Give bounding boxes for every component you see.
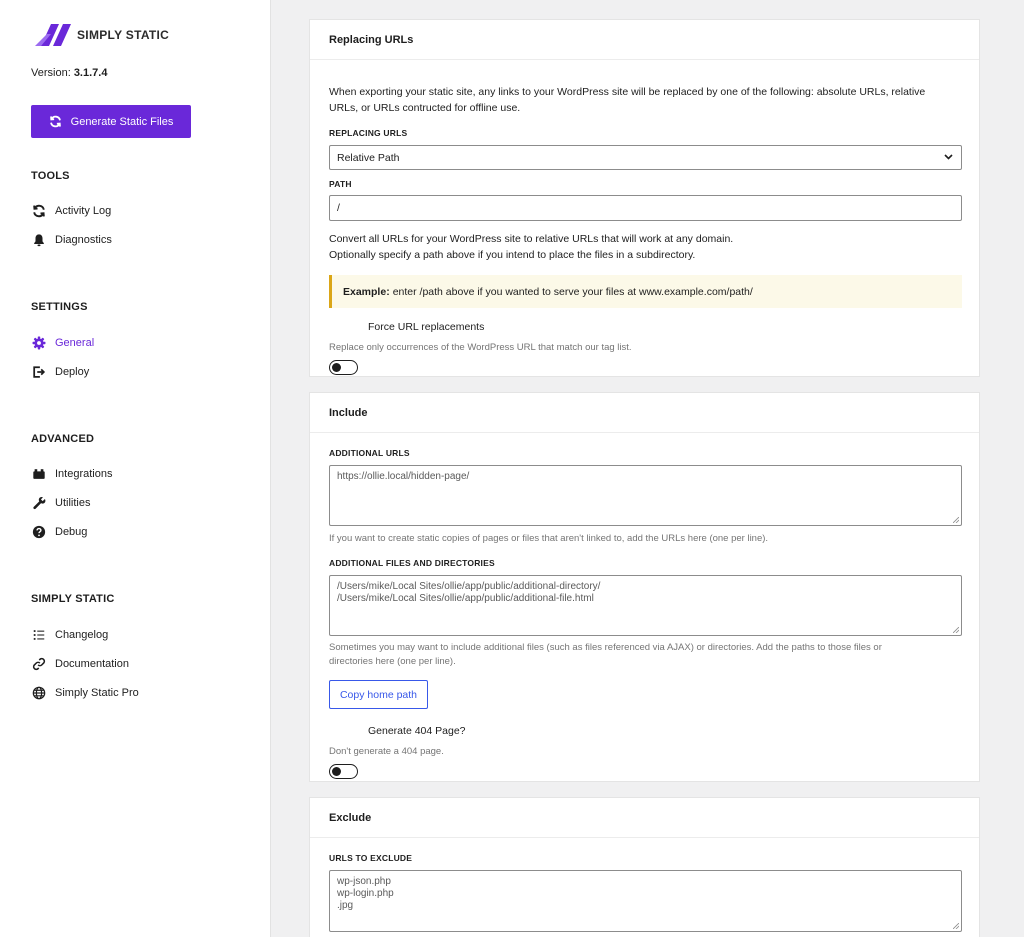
sidebar-item-deploy[interactable]: Deploy xyxy=(31,364,89,380)
force-url-replacements-toggle[interactable] xyxy=(329,360,358,375)
path-input-value: / xyxy=(337,202,340,214)
include-panel: Include ADDITIONAL URLS https://ollie.lo… xyxy=(309,392,980,782)
additional-files-hint: Sometimes you may want to include additi… xyxy=(329,641,969,669)
additional-files-line: /Users/mike/Local Sites/ollie/app/public… xyxy=(337,581,601,592)
refresh-icon xyxy=(31,203,47,219)
urls-to-exclude-label: URLS TO EXCLUDE xyxy=(329,853,413,863)
sidebar-item-label: Integrations xyxy=(55,468,113,480)
exclude-url-line: wp-json.php xyxy=(337,876,391,887)
generate-static-files-button[interactable]: Generate Static Files xyxy=(31,105,191,138)
replacing-urls-panel: Replacing URLs When exporting your stati… xyxy=(309,19,980,377)
intro-line-2: URLs, or URLs contructed for offline use… xyxy=(329,102,521,114)
path-input[interactable]: / xyxy=(329,195,962,221)
sidebar: SIMPLY STATIC Version: 3.1.7.4 Generate … xyxy=(0,0,271,937)
files-hint-line-2: directories here (one per line). xyxy=(329,656,456,667)
section-title-settings: SETTINGS xyxy=(31,301,88,313)
sidebar-item-integrations[interactable]: Integrations xyxy=(31,466,112,482)
sidebar-item-debug[interactable]: Debug xyxy=(31,524,87,540)
help-icon xyxy=(31,524,47,540)
sidebar-item-documentation[interactable]: Documentation xyxy=(31,656,129,672)
additional-files-line: /Users/mike/Local Sites/ollie/app/public… xyxy=(337,593,594,604)
resize-grip-icon xyxy=(953,517,959,523)
export-icon xyxy=(31,364,47,380)
force-url-replacements-label: Force URL replacements xyxy=(368,321,485,333)
urls-to-exclude-textarea[interactable]: wp-json.php wp-login.php .jpg xyxy=(329,870,962,932)
simply-static-logo-icon xyxy=(35,24,71,46)
sidebar-item-changelog[interactable]: Changelog xyxy=(31,627,108,643)
sidebar-item-label: Documentation xyxy=(55,658,129,670)
additional-urls-placeholder: https://ollie.local/hidden-page/ xyxy=(337,471,470,482)
example-notice: Example: enter /path above if you wanted… xyxy=(329,275,962,308)
section-title-tools: TOOLS xyxy=(31,170,70,182)
additional-urls-textarea[interactable]: https://ollie.local/hidden-page/ xyxy=(329,465,962,526)
replacing-urls-label: REPLACING URLS xyxy=(329,128,408,138)
generate-404-toggle[interactable] xyxy=(329,764,358,779)
section-title-simply-static: SIMPLY STATIC xyxy=(31,593,115,605)
brand-name: SIMPLY STATIC xyxy=(77,28,170,42)
list-icon xyxy=(31,627,47,643)
exclude-url-line: wp-login.php xyxy=(337,888,394,899)
desc-line-2: Optionally specify a path above if you i… xyxy=(329,249,696,261)
resize-grip-icon xyxy=(953,627,959,633)
sidebar-item-label: Deploy xyxy=(55,366,90,378)
replacing-urls-selected-value: Relative Path xyxy=(337,151,400,164)
generate-button-label: Generate Static Files xyxy=(70,115,174,128)
additional-files-textarea[interactable]: /Users/mike/Local Sites/ollie/app/public… xyxy=(329,575,962,636)
force-url-replacements-hint: Replace only occurrences of the WordPres… xyxy=(329,342,632,353)
brand-logo[interactable]: SIMPLY STATIC xyxy=(33,22,169,48)
additional-files-label: ADDITIONAL FILES AND DIRECTORIES xyxy=(329,558,495,568)
replacing-urls-intro: When exporting your static site, any lin… xyxy=(329,84,969,116)
version-label: Version: xyxy=(31,67,71,79)
relative-path-description: Convert all URLs for your WordPress site… xyxy=(329,231,969,263)
globe-icon xyxy=(31,685,47,701)
bell-icon xyxy=(31,232,47,248)
sidebar-item-label: Simply Static Pro xyxy=(55,687,139,699)
refresh-icon xyxy=(49,115,61,128)
wrench-icon xyxy=(31,495,47,511)
path-label: PATH xyxy=(329,179,352,189)
exclude-title: Exclude xyxy=(310,798,979,838)
intro-line-1: When exporting your static site, any lin… xyxy=(329,86,926,98)
sidebar-item-utilities[interactable]: Utilities xyxy=(31,495,90,511)
plugin-icon xyxy=(31,466,47,482)
example-text: enter /path above if you wanted to serve… xyxy=(392,285,753,298)
sidebar-item-label: Debug xyxy=(55,526,88,538)
additional-urls-label: ADDITIONAL URLS xyxy=(329,448,410,458)
sidebar-item-label: General xyxy=(55,337,95,349)
sidebar-item-label: Changelog xyxy=(55,629,109,641)
version-value: 3.1.7.4 xyxy=(73,67,108,79)
sidebar-item-diagnostics[interactable]: Diagnostics xyxy=(31,232,112,248)
resize-grip-icon xyxy=(953,923,959,929)
include-title: Include xyxy=(310,393,979,433)
example-strong: Example: xyxy=(343,285,390,298)
generate-404-label: Generate 404 Page? xyxy=(368,725,466,737)
copy-home-path-button[interactable]: Copy home path xyxy=(329,680,428,709)
link-icon xyxy=(31,656,47,672)
generate-404-hint: Don't generate a 404 page. xyxy=(329,746,444,757)
additional-urls-hint: If you want to create static copies of p… xyxy=(329,533,769,544)
version-info: Version: 3.1.7.4 xyxy=(31,67,107,79)
section-title-advanced: ADVANCED xyxy=(31,433,95,445)
exclude-url-line: .jpg xyxy=(337,900,354,911)
replacing-urls-select[interactable]: Relative Path xyxy=(329,145,962,170)
sidebar-item-label: Activity Log xyxy=(55,205,112,217)
files-hint-line-1: Sometimes you may want to include additi… xyxy=(329,642,882,653)
chevron-down-icon xyxy=(944,154,953,160)
desc-line-1: Convert all URLs for your WordPress site… xyxy=(329,233,734,245)
sidebar-item-label: Utilities xyxy=(55,497,91,509)
sidebar-item-label: Diagnostics xyxy=(55,234,112,246)
sidebar-item-general[interactable]: General xyxy=(31,335,94,351)
gear-icon xyxy=(31,335,47,351)
sidebar-item-simply-static-pro[interactable]: Simply Static Pro xyxy=(31,685,139,701)
sidebar-item-activity-log[interactable]: Activity Log xyxy=(31,203,111,219)
exclude-panel: Exclude URLS TO EXCLUDE wp-json.php wp-l… xyxy=(309,797,980,937)
replacing-urls-title: Replacing URLs xyxy=(310,20,979,60)
